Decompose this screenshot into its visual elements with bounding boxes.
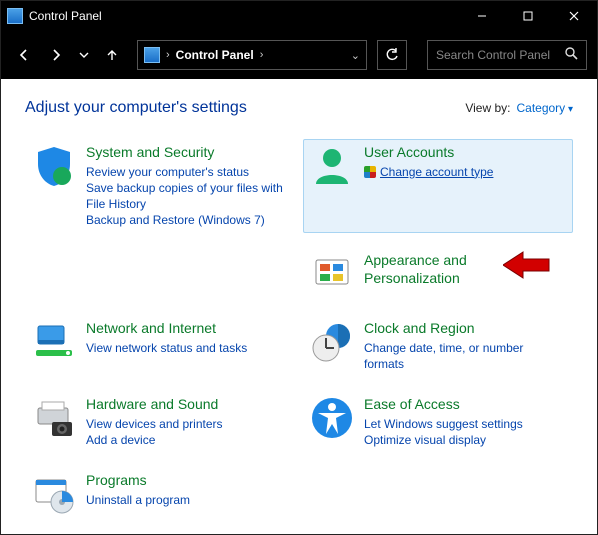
category-title[interactable]: Network and Internet	[86, 320, 288, 338]
view-by-control[interactable]: View by: Category	[465, 101, 573, 115]
control-panel-icon	[7, 8, 23, 24]
chevron-right-icon: ›	[166, 49, 170, 61]
shield-icon	[32, 144, 76, 188]
category-title[interactable]: Appearance and Personalization	[364, 252, 566, 287]
category-title[interactable]: User Accounts	[364, 144, 566, 162]
clock-icon	[310, 320, 354, 364]
category-title[interactable]: Ease of Access	[364, 396, 566, 414]
category-user-accounts[interactable]: User Accounts Change account type	[303, 139, 573, 233]
category-system-security[interactable]: System and Security Review your computer…	[25, 139, 295, 233]
network-icon	[32, 320, 76, 364]
search-icon	[565, 47, 578, 63]
category-programs[interactable]: Programs Uninstall a program	[25, 467, 295, 521]
recent-locations-button[interactable]	[75, 42, 93, 68]
category-link[interactable]: Optimize visual display	[364, 432, 566, 448]
category-title[interactable]: Clock and Region	[364, 320, 566, 338]
navbar: › Control Panel › ⌄ Search Control Panel	[1, 31, 597, 79]
category-clock-region[interactable]: Clock and Region Change date, time, or n…	[303, 315, 573, 377]
link-change-account-type[interactable]: Change account type	[364, 164, 566, 180]
up-button[interactable]	[99, 42, 125, 68]
user-icon	[310, 144, 354, 188]
view-by-label: View by:	[465, 101, 510, 115]
refresh-button[interactable]	[377, 40, 407, 70]
category-title[interactable]: System and Security	[86, 144, 288, 162]
category-network-internet[interactable]: Network and Internet View network status…	[25, 315, 295, 377]
window-title: Control Panel	[29, 9, 102, 23]
control-panel-window: Control Panel › Control Panel ›	[0, 0, 598, 535]
minimize-button[interactable]	[459, 1, 505, 31]
address-location: Control Panel	[176, 48, 254, 62]
category-title[interactable]: Programs	[86, 472, 288, 490]
category-title[interactable]: Hardware and Sound	[86, 396, 288, 414]
appearance-icon	[310, 252, 354, 296]
category-link[interactable]: Review your computer's status	[86, 164, 288, 180]
category-link[interactable]: View devices and printers	[86, 416, 288, 432]
address-bar[interactable]: › Control Panel › ⌄	[137, 40, 367, 70]
forward-button[interactable]	[43, 42, 69, 68]
view-by-value[interactable]: Category	[516, 101, 573, 115]
category-link[interactable]: Change date, time, or number formats	[364, 340, 566, 372]
titlebar: Control Panel	[1, 1, 597, 31]
programs-icon	[32, 472, 76, 516]
category-hardware-sound[interactable]: Hardware and Sound View devices and prin…	[25, 391, 295, 453]
category-link[interactable]: Uninstall a program	[86, 492, 288, 508]
back-button[interactable]	[11, 42, 37, 68]
address-icon	[144, 47, 160, 63]
search-box[interactable]: Search Control Panel	[427, 40, 587, 70]
search-placeholder: Search Control Panel	[436, 48, 550, 62]
printer-icon	[32, 396, 76, 440]
page-heading: Adjust your computer's settings	[25, 99, 247, 117]
close-button[interactable]	[551, 1, 597, 31]
content-area: Adjust your computer's settings View by:…	[1, 79, 597, 534]
category-link[interactable]: Let Windows suggest settings	[364, 416, 566, 432]
category-link[interactable]: Save backup copies of your files with Fi…	[86, 180, 288, 212]
address-dropdown-icon[interactable]: ⌄	[351, 49, 360, 62]
category-ease-of-access[interactable]: Ease of Access Let Windows suggest setti…	[303, 391, 573, 453]
chevron-right-icon: ›	[260, 49, 264, 61]
category-link[interactable]: Add a device	[86, 432, 288, 448]
category-appearance[interactable]: Appearance and Personalization	[303, 247, 573, 301]
category-link[interactable]: View network status and tasks	[86, 340, 288, 356]
accessibility-icon	[310, 396, 354, 440]
maximize-button[interactable]	[505, 1, 551, 31]
category-link[interactable]: Backup and Restore (Windows 7)	[86, 212, 288, 228]
